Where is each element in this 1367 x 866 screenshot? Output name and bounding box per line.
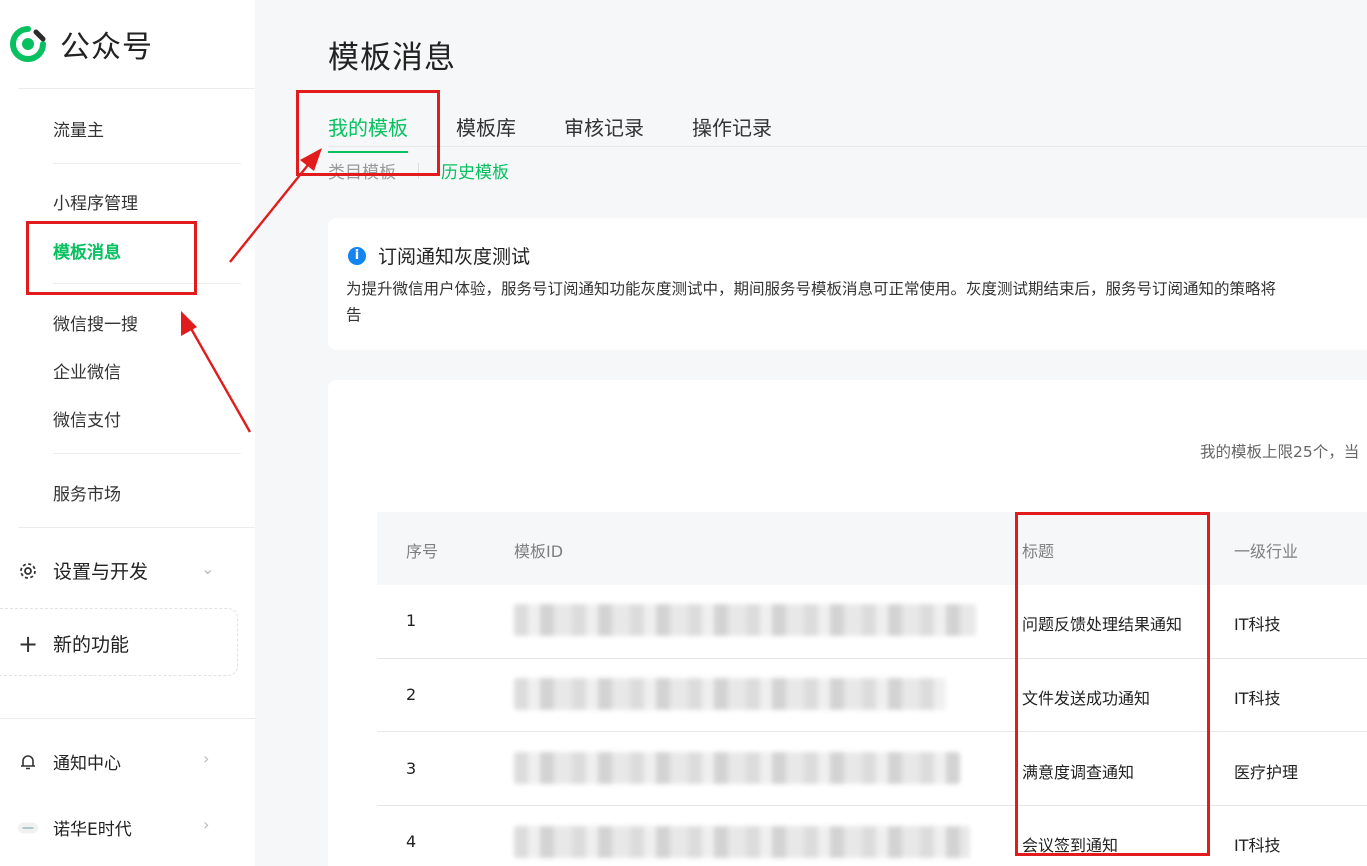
- chevron-down-icon[interactable]: ⌄: [201, 559, 214, 578]
- sidebar-notification-center[interactable]: 通知中心: [18, 749, 121, 774]
- chevron-right-icon[interactable]: ›: [203, 815, 209, 834]
- wechat-official-logo-icon: [10, 26, 46, 62]
- annotation-box-sidebar: [26, 221, 197, 295]
- table-cell-index: 4: [406, 832, 417, 851]
- row-divider: [377, 731, 1367, 732]
- table-cell-index: 2: [406, 685, 417, 704]
- sidebar-account[interactable]: 诺华E时代: [18, 815, 132, 840]
- redacted-template-id: [514, 826, 970, 858]
- notification-label: 通知中心: [53, 754, 121, 774]
- divider: [53, 163, 241, 164]
- sidebar-group-label: 新的功能: [53, 634, 130, 656]
- sidebar-item-miniprogram[interactable]: 小程序管理: [53, 189, 138, 214]
- page-title: 模板消息: [328, 40, 456, 76]
- column-header-index: 序号: [406, 542, 439, 561]
- divider: [0, 718, 255, 719]
- plus-icon: +: [17, 629, 39, 658]
- table-cell-industry: 医疗护理: [1234, 763, 1299, 782]
- table-cell-index: 3: [406, 759, 417, 778]
- notice-line: 告: [346, 306, 362, 324]
- sidebar-item-wechat-search[interactable]: 微信搜一搜: [53, 310, 138, 335]
- subtab-history-templates[interactable]: 历史模板: [441, 158, 509, 183]
- notice-body: 为提升微信用户体验，服务号订阅通知功能灰度测试中，期间服务号模板消息可正常使用。…: [346, 276, 1367, 328]
- sidebar-group-new-features[interactable]: + 新的功能: [17, 629, 130, 658]
- annotation-box-title-column: [1015, 512, 1210, 856]
- sidebar-group-settings[interactable]: 设置与开发: [18, 557, 148, 584]
- notice-title: 订阅通知灰度测试: [378, 246, 531, 268]
- template-limit-text: 我的模板上限25个，当: [1200, 443, 1360, 461]
- redacted-template-id: [514, 678, 946, 710]
- gear-icon: [18, 561, 38, 581]
- bell-icon: [18, 752, 38, 772]
- sidebar-item-wecom[interactable]: 企业微信: [53, 358, 121, 383]
- sidebar-item-service-market[interactable]: 服务市场: [53, 480, 121, 505]
- table-cell-industry: IT科技: [1234, 689, 1281, 708]
- redacted-template-id: [514, 604, 976, 636]
- sidebar: 公众号 流量主 小程序管理 模板消息 微信搜一搜 企业微信 微信支付 服务市场 …: [0, 0, 255, 866]
- table-cell-index: 1: [406, 611, 417, 630]
- notice-line: 为提升微信用户体验，服务号订阅通知功能灰度测试中，期间服务号模板消息可正常使用。…: [346, 280, 1277, 298]
- info-icon: i: [348, 246, 366, 265]
- tab-underline: [328, 146, 1367, 147]
- redacted-template-id: [514, 752, 960, 784]
- divider: [53, 453, 241, 454]
- sidebar-item-traffic-master[interactable]: 流量主: [53, 116, 104, 141]
- annotation-box-tab: [296, 90, 440, 176]
- divider: [18, 527, 255, 528]
- account-name: 诺华E时代: [53, 820, 132, 840]
- sidebar-group-label: 设置与开发: [53, 561, 149, 583]
- notice-title-row: i 订阅通知灰度测试: [348, 242, 530, 269]
- divider: [18, 88, 255, 89]
- row-divider: [377, 805, 1367, 806]
- app-name: 公众号: [60, 30, 153, 65]
- chevron-right-icon[interactable]: ›: [203, 749, 209, 768]
- column-header-template-id: 模板ID: [514, 542, 564, 561]
- table-cell-industry: IT科技: [1234, 836, 1281, 855]
- app-logo[interactable]: 公众号: [10, 22, 153, 66]
- notice-banner: i 订阅通知灰度测试 为提升微信用户体验，服务号订阅通知功能灰度测试中，期间服务…: [328, 218, 1367, 350]
- sidebar-item-wechat-pay[interactable]: 微信支付: [53, 406, 121, 431]
- row-divider: [377, 658, 1367, 659]
- avatar: [18, 818, 38, 838]
- table-cell-industry: IT科技: [1234, 615, 1281, 634]
- column-header-industry: 一级行业: [1234, 542, 1299, 561]
